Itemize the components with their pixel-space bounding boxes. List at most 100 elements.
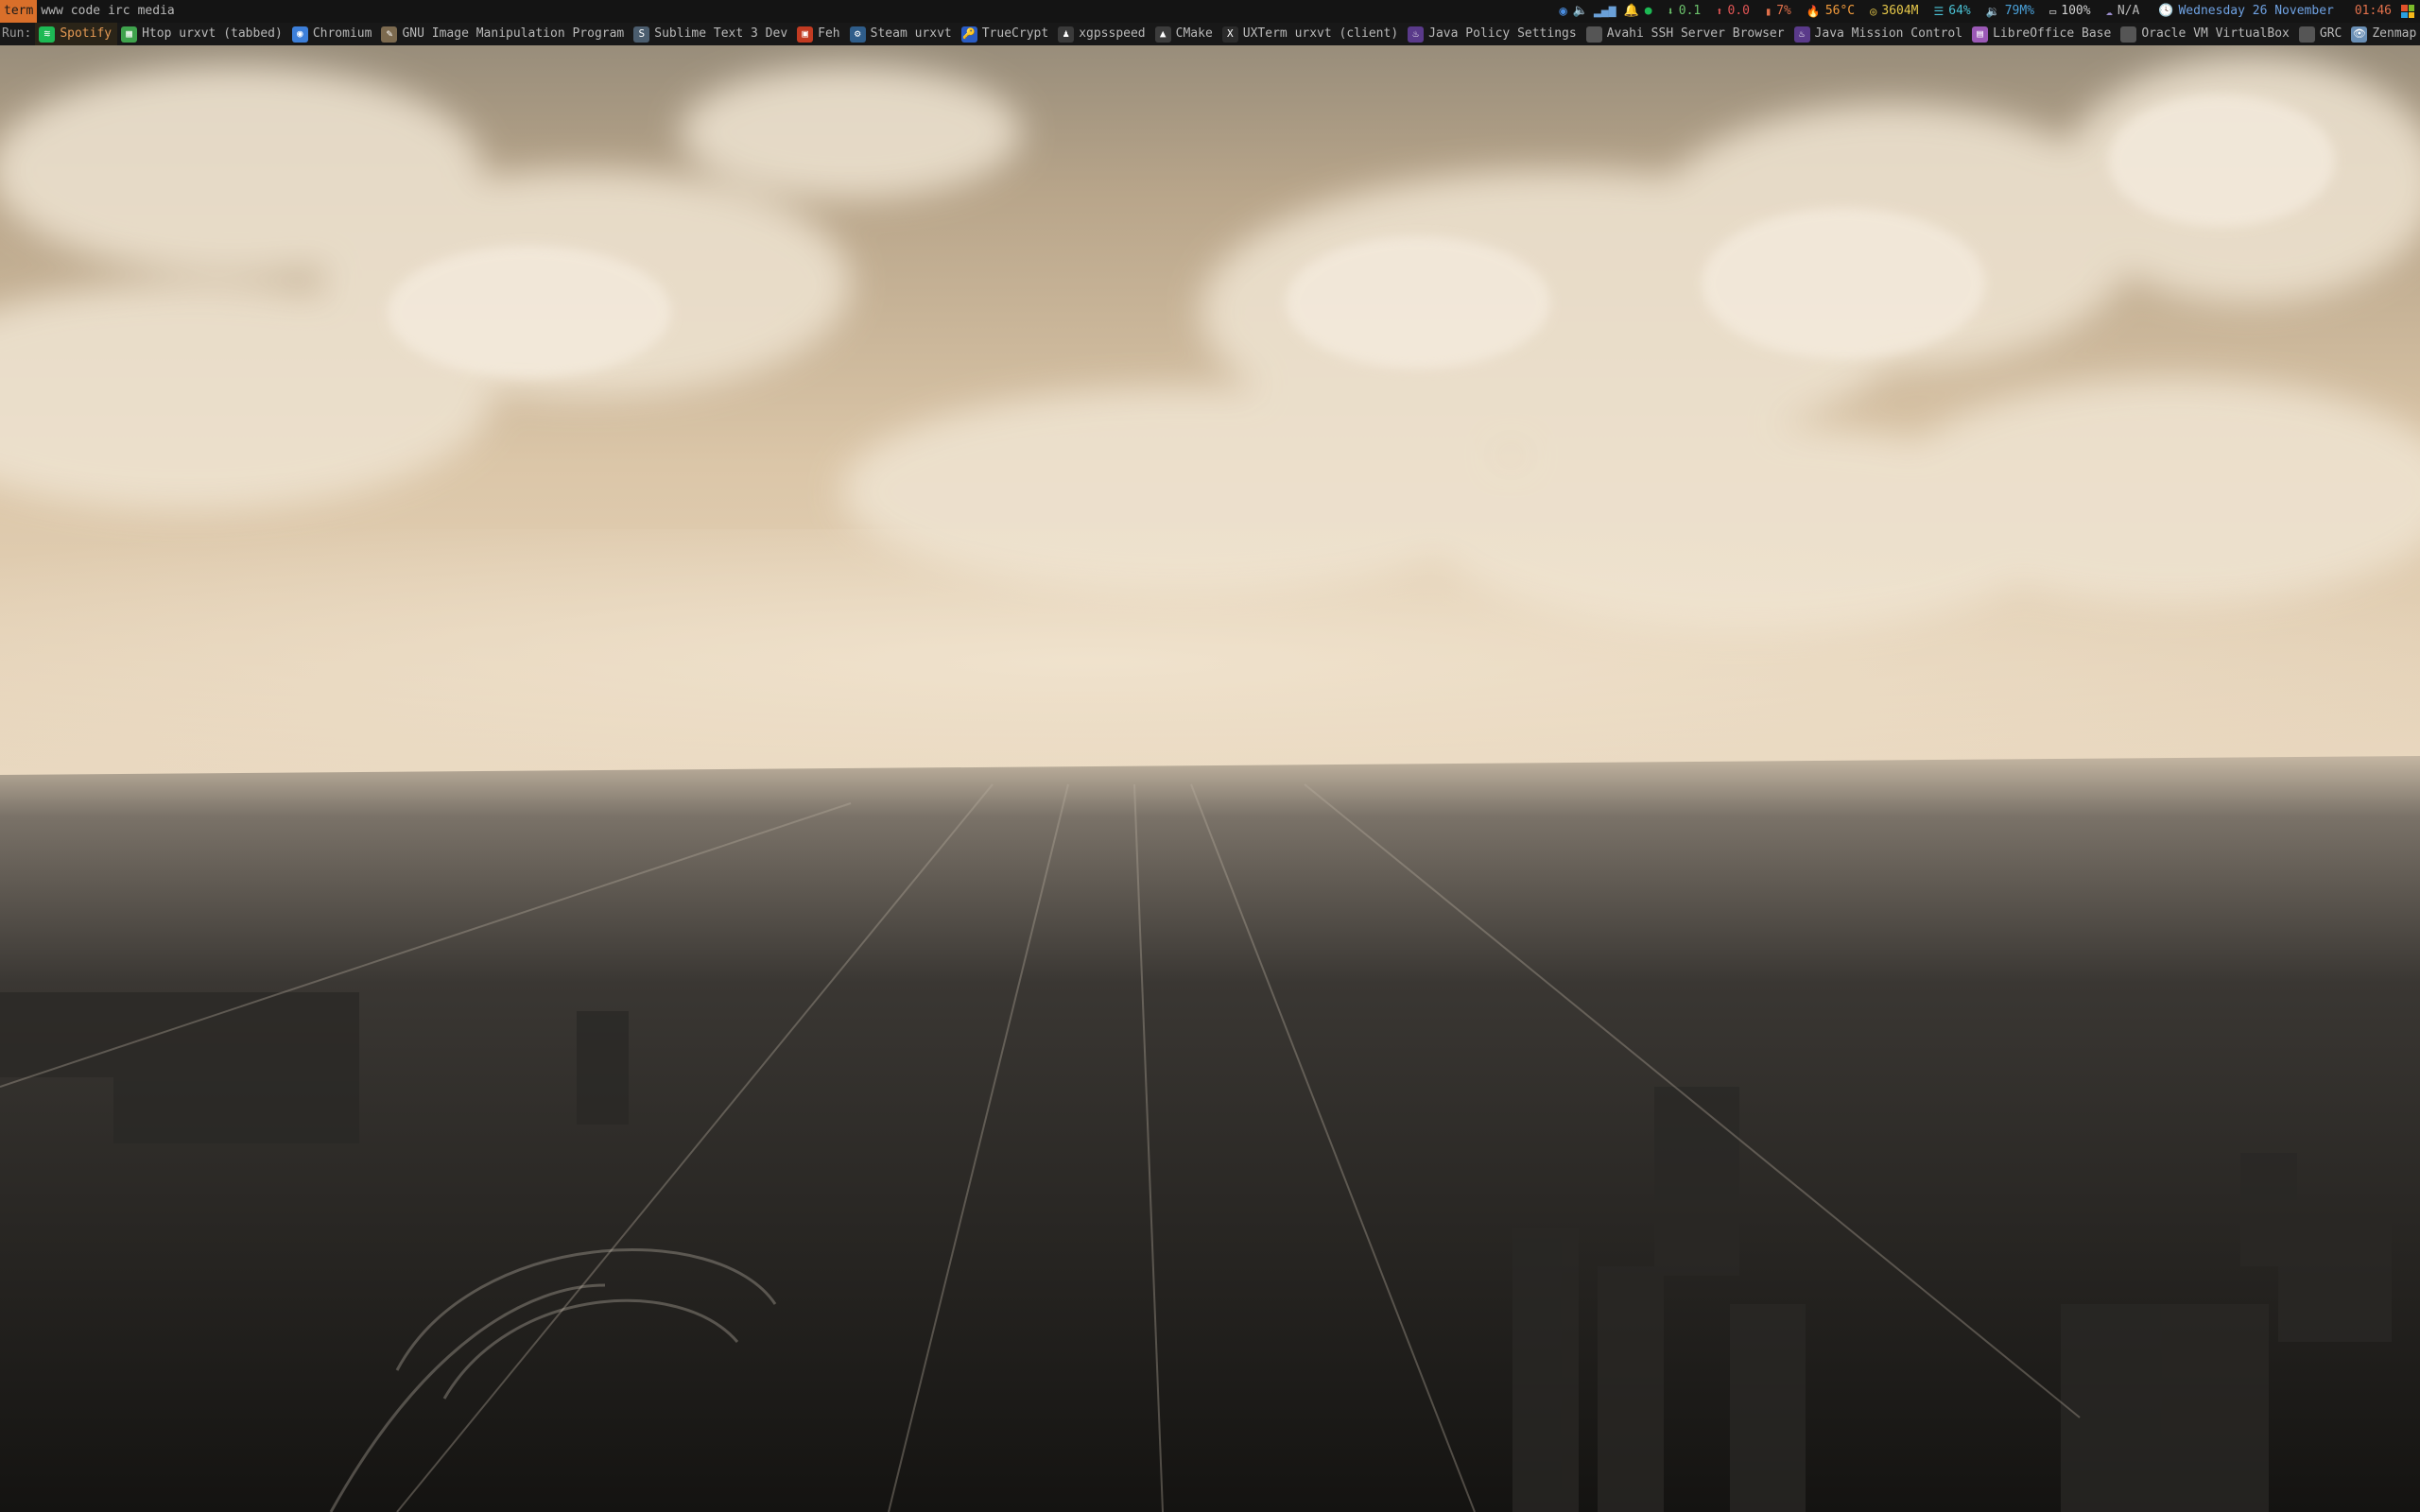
task-item-label: Avahi SSH Server Browser bbox=[1606, 26, 1785, 41]
volume-level: 🔉 79M% bbox=[1986, 0, 2034, 23]
upload-arrow-icon: ⬆ bbox=[1716, 5, 1723, 18]
workspace-switcher: term www code irc media bbox=[0, 0, 179, 23]
cpu-usage: ▮ 7% bbox=[1765, 0, 1791, 23]
tray-icons: ◉ 🔈 ▂▄▆ 🔔 ● bbox=[1559, 0, 1651, 23]
signal-tray-icon[interactable]: ▂▄▆ bbox=[1594, 0, 1616, 23]
workspace-media[interactable]: media bbox=[134, 0, 179, 23]
task-item-label: xgpsspeed bbox=[1079, 26, 1146, 41]
task-item-13[interactable]: ♨ Java Mission Control bbox=[1790, 23, 1969, 45]
temperature: 🔥 56°C bbox=[1806, 0, 1855, 23]
network-down: ⬇ 0.1 bbox=[1668, 0, 1702, 23]
task-item-0[interactable]: ≋ Spotify bbox=[35, 23, 118, 45]
battery-value: 100% bbox=[2061, 4, 2091, 18]
workspace-irc[interactable]: irc bbox=[104, 0, 133, 23]
time-display[interactable]: 01:46 bbox=[2355, 0, 2392, 23]
task-item-label: Feh bbox=[818, 26, 840, 41]
task-item-16[interactable]: GRC bbox=[2295, 23, 2347, 45]
task-item-label: Java Mission Control bbox=[1814, 26, 1963, 41]
task-item-10[interactable]: X UXTerm urxvt (client) bbox=[1219, 23, 1404, 45]
battery: ▭ 100% bbox=[2049, 0, 2091, 23]
task-item-2[interactable]: ◉ Chromium bbox=[288, 23, 378, 45]
volume-value: 79M% bbox=[2004, 4, 2035, 18]
workspace-term[interactable]: term bbox=[0, 0, 38, 23]
task-item-3[interactable]: ✎ GNU Image Manipulation Program bbox=[377, 23, 630, 45]
date-display[interactable]: 🕓 Wednesday 26 November bbox=[2158, 0, 2334, 23]
grc-icon bbox=[2298, 26, 2315, 43]
network-down-value: 0.1 bbox=[1678, 4, 1702, 18]
ssh-browser-icon bbox=[1585, 26, 1602, 43]
cmake-icon: ▲ bbox=[1154, 26, 1171, 43]
task-item-5[interactable]: ▣ Feh bbox=[793, 23, 845, 45]
task-item-8[interactable]: ♟ xgpsspeed bbox=[1054, 23, 1150, 45]
workspace-www[interactable]: www bbox=[37, 0, 66, 23]
task-item-label: CMake bbox=[1175, 26, 1213, 41]
penguin-icon: ♟ bbox=[1058, 26, 1075, 43]
task-item-15[interactable]: Oracle VM VirtualBox bbox=[2117, 23, 2295, 45]
steam-icon: ⚙ bbox=[849, 26, 866, 43]
task-item-7[interactable]: 🔑 TrueCrypt bbox=[958, 23, 1054, 45]
spotify-tray-icon[interactable]: ● bbox=[1645, 0, 1652, 23]
memory-usage: ◎ 3604M bbox=[1870, 0, 1918, 23]
truecrypt-icon: 🔑 bbox=[960, 26, 977, 43]
download-arrow-icon: ⬇ bbox=[1667, 5, 1674, 18]
task-item-4[interactable]: S Sublime Text 3 Dev bbox=[630, 23, 793, 45]
disk-usage: ☰ 64% bbox=[1934, 0, 1971, 23]
network-up-value: 0.0 bbox=[1727, 4, 1750, 18]
wallpaper-city-skyline-image bbox=[0, 0, 2420, 1512]
task-item-label: UXTerm urxvt (client) bbox=[1242, 26, 1399, 41]
cloud-icon: ☁ bbox=[2105, 5, 2113, 18]
chromium-tray-icon[interactable]: ◉ bbox=[1559, 0, 1566, 23]
task-item-label: GRC bbox=[2319, 26, 2342, 41]
chromium-icon: ◉ bbox=[291, 26, 308, 43]
gimp-icon: ✎ bbox=[381, 26, 398, 43]
battery-icon: ▭ bbox=[2049, 5, 2057, 18]
task-item-label: Steam urxvt bbox=[870, 26, 952, 41]
speaker-icon: 🔉 bbox=[1985, 5, 2000, 18]
clock-icon: 🕓 bbox=[2158, 4, 2174, 18]
xterm-icon: X bbox=[1221, 26, 1238, 43]
network-up: ⬆ 0.0 bbox=[1716, 0, 1750, 23]
task-item-label: Zenmap bbox=[2372, 26, 2417, 41]
task-item-label: Sublime Text 3 Dev bbox=[654, 26, 788, 41]
task-item-label: GNU Image Manipulation Program bbox=[402, 26, 625, 41]
flame-icon: 🔥 bbox=[1806, 5, 1821, 18]
task-list: ≋ Spotify ▦ Htop urxvt (tabbed) ◉ Chromium ✎ GN… bbox=[35, 23, 2420, 45]
task-bar: Run: ≋ Spotify ▦ Htop urxvt (tabbed) ◉ Chromi… bbox=[0, 23, 2420, 45]
terminal-grid-icon: ▦ bbox=[121, 26, 138, 43]
spotify-icon: ≋ bbox=[39, 26, 56, 43]
top-panel: term www code irc media ◉ 🔈 ▂▄▆ 🔔 ● ⬇ 0.… bbox=[0, 0, 2420, 23]
status-area: ◉ 🔈 ▂▄▆ 🔔 ● ⬇ 0.1 ⬆ 0.0 ▮ 7% 🔥 56°C ◎ 36… bbox=[1544, 0, 2420, 23]
java-icon: ♨ bbox=[1408, 26, 1425, 43]
task-item-label: Java Policy Settings bbox=[1428, 26, 1577, 41]
task-item-label: Chromium bbox=[312, 26, 372, 41]
task-item-label: Oracle VM VirtualBox bbox=[2141, 26, 2290, 41]
cpu-value: 7% bbox=[1776, 4, 1791, 18]
workspace-code[interactable]: code bbox=[67, 0, 104, 23]
sublime-text-icon: S bbox=[633, 26, 650, 43]
desktop-wallpaper bbox=[0, 0, 2420, 1512]
java-mission-icon: ♨ bbox=[1793, 26, 1810, 43]
task-item-label: TrueCrypt bbox=[981, 26, 1049, 41]
zenmap-icon: 👁 bbox=[2351, 26, 2368, 43]
task-item-11[interactable]: ♨ Java Policy Settings bbox=[1404, 23, 1582, 45]
task-item-1[interactable]: ▦ Htop urxvt (tabbed) bbox=[117, 23, 288, 45]
task-item-17[interactable]: 👁 Zenmap bbox=[2347, 23, 2420, 45]
run-label: Run: bbox=[2, 26, 32, 41]
task-item-label: Spotify bbox=[60, 26, 112, 41]
task-item-12[interactable]: Avahi SSH Server Browser bbox=[1582, 23, 1790, 45]
task-item-9[interactable]: ▲ CMake bbox=[1151, 23, 1219, 45]
virtualbox-icon bbox=[2120, 26, 2137, 43]
temperature-value: 56°C bbox=[1824, 4, 1856, 18]
memory-value: 3604M bbox=[1881, 4, 1919, 18]
task-item-label: LibreOffice Base bbox=[1993, 26, 2112, 41]
disk-list-icon: ☰ bbox=[1933, 5, 1945, 18]
volume-tray-icon[interactable]: 🔈 bbox=[1573, 0, 1588, 23]
notification-bell-icon[interactable]: 🔔 bbox=[1624, 0, 1639, 23]
libreoffice-base-icon: ▤ bbox=[1972, 26, 1989, 43]
cpu-bars-icon: ▮ bbox=[1764, 5, 1772, 18]
task-item-14[interactable]: ▤ LibreOffice Base bbox=[1968, 23, 2117, 45]
windows-logo-icon[interactable] bbox=[2401, 5, 2414, 18]
task-item-6[interactable]: ⚙ Steam urxvt bbox=[846, 23, 958, 45]
weather: ☁ N/A bbox=[2106, 0, 2140, 23]
date-value: Wednesday 26 November bbox=[2178, 4, 2334, 18]
